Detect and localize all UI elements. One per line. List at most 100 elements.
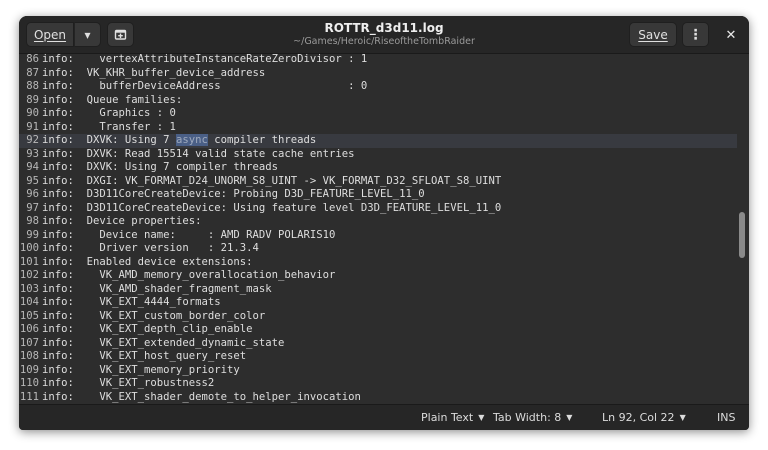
code-line[interactable]: 90 info: Graphics : 0 (19, 107, 737, 121)
line-text: info: VK_AMD_memory_overallocation_behav… (42, 269, 336, 281)
code-line[interactable]: 97 info: D3D11CoreCreateDevice: Using fea… (19, 202, 737, 216)
line-text: info: DXVK: Using 7 compiler threads (42, 161, 278, 173)
line-number: 95 (26, 174, 39, 187)
window-title: ROTTR_d3d11.log (324, 21, 444, 35)
line-number: 99 (26, 228, 39, 241)
code-line[interactable]: 87 info: VK_KHR_buffer_device_address (19, 67, 737, 81)
line-text: info: VK_EXT_host_query_reset (42, 350, 247, 362)
code-line[interactable]: 92 info: DXVK: Using 7 async compiler thr… (19, 134, 737, 148)
line-text: info: VK_EXT_4444_formats (42, 296, 221, 308)
line-text: info: Device name: : AMD RADV POLARIS10 (42, 228, 336, 241)
tab-width-selector[interactable]: Tab Width: 8 ▼ (493, 411, 572, 424)
code-line[interactable]: 103 info: VK_AMD_shader_fragment_mask (19, 283, 737, 297)
line-number: 105 (19, 309, 39, 322)
line-text: info: VK_AMD_shader_fragment_mask (42, 282, 272, 295)
text-editor-area[interactable]: 86 info: vertexAttributeInstanceRateZeroD… (19, 54, 749, 404)
vertical-scrollbar[interactable] (739, 212, 745, 258)
language-selector[interactable]: Plain Text ▼ (421, 411, 484, 424)
new-document-icon (114, 29, 127, 40)
cursor-position-selector[interactable]: Ln 92, Col 22 ▼ (602, 411, 686, 424)
line-number: 91 (26, 120, 39, 133)
file-path-subtitle: ~/Games/Heroic/RiseoftheTombRaider (293, 36, 475, 47)
code-line[interactable]: 95 info: DXGI: VK_FORMAT_D24_UNORM_S8_UIN… (19, 175, 737, 189)
line-text: info: D3D11CoreCreateDevice: Probing D3D… (42, 188, 425, 200)
line-text-before-selection: info: DXVK: Using 7 (42, 134, 176, 146)
close-icon: ✕ (725, 27, 737, 43)
chevron-down-icon: ▼ (679, 413, 686, 422)
main-menu-button[interactable]: ⋮ (682, 22, 709, 47)
code-line[interactable]: 109 info: VK_EXT_memory_priority (19, 364, 737, 378)
line-text: info: DXVK: Read 15514 valid state cache… (42, 147, 355, 160)
open-recent-dropdown-button[interactable]: ▾ (74, 22, 101, 47)
code-line[interactable]: 88 info: bufferDeviceAddress : 0 (19, 80, 737, 94)
save-button-label: Save (638, 27, 668, 42)
line-text: info: VK_EXT_robustness2 (42, 377, 215, 389)
line-text: info: Transfer : 1 (42, 120, 176, 133)
code-line[interactable]: 93 info: DXVK: Read 15514 valid state cac… (19, 148, 737, 162)
line-number: 100 (19, 242, 39, 254)
code-line[interactable]: 98 info: Device properties: (19, 215, 737, 229)
line-number: 96 (26, 188, 39, 200)
line-number: 88 (26, 80, 39, 92)
line-number: 86 (26, 54, 39, 65)
code-line[interactable]: 101 info: Enabled device extensions: (19, 256, 737, 270)
code-line[interactable]: 94 info: DXVK: Using 7 compiler threads (19, 161, 737, 175)
line-number: 108 (19, 350, 39, 362)
line-number: 92 (26, 134, 39, 146)
code-line[interactable]: 110 info: VK_EXT_robustness2 (19, 377, 737, 391)
code-line[interactable]: 91 info: Transfer : 1 (19, 121, 737, 135)
line-text: info: Graphics : 0 (42, 107, 176, 119)
editor-window: Open ▾ ROTTR_d3d11.log ~/Games/Heroic/Ri… (19, 16, 749, 430)
line-text: info: VK_KHR_buffer_device_address (42, 66, 266, 79)
language-label: Plain Text (421, 411, 474, 424)
line-text: info: bufferDeviceAddress : 0 (42, 80, 368, 92)
line-text: info: VK_EXT_depth_clip_enable (42, 323, 253, 335)
save-button[interactable]: Save (629, 22, 677, 47)
open-button[interactable]: Open (26, 22, 74, 47)
line-text: info: DXVK: Using 7 async compiler threa… (42, 134, 316, 148)
code-line[interactable]: 107 info: VK_EXT_extended_dynamic_state (19, 337, 737, 351)
line-number: 111 (19, 390, 39, 403)
line-text: info: VK_EXT_extended_dynamic_state (42, 336, 285, 349)
kebab-menu-icon: ⋮ (688, 26, 703, 43)
code-line[interactable]: 108 info: VK_EXT_host_query_reset (19, 350, 737, 364)
line-number: 97 (26, 201, 39, 214)
code-line[interactable]: 100 info: Driver version : 21.3.4 (19, 242, 737, 256)
code-line[interactable]: 99 info: Device name: : AMD RADV POLARIS1… (19, 229, 737, 243)
line-text: info: Enabled device extensions: (42, 255, 253, 268)
line-number: 103 (19, 282, 39, 295)
code-line[interactable]: 86 info: vertexAttributeInstanceRateZeroD… (19, 54, 737, 67)
code-line[interactable]: 102 info: VK_AMD_memory_overallocation_be… (19, 269, 737, 283)
line-text: info: Driver version : 21.3.4 (42, 242, 259, 254)
line-number: 89 (26, 93, 39, 106)
line-number: 104 (19, 296, 39, 308)
tab-width-label: Tab Width: 8 (493, 411, 562, 424)
line-number: 94 (26, 161, 39, 173)
line-text: info: DXGI: VK_FORMAT_D24_UNORM_S8_UINT … (42, 174, 502, 187)
code-line[interactable]: 96 info: D3D11CoreCreateDevice: Probing D… (19, 188, 737, 202)
line-text: info: Queue families: (42, 93, 183, 106)
line-number: 93 (26, 147, 39, 160)
code-line[interactable]: 111 info: VK_EXT_shader_demote_to_helper_… (19, 391, 737, 405)
insert-mode-label: INS (717, 411, 736, 424)
insert-mode-indicator[interactable]: INS (717, 411, 735, 424)
open-button-label: Open (33, 27, 67, 42)
code-line[interactable]: 89 info: Queue families: (19, 94, 737, 108)
line-number: 110 (19, 377, 39, 389)
line-number: 106 (19, 323, 39, 335)
line-text: info: VK_EXT_shader_demote_to_helper_inv… (42, 390, 361, 403)
status-bar: Plain Text ▼ Tab Width: 8 ▼ Ln 92, Col 22 ▼… (19, 404, 749, 430)
close-button[interactable]: ✕ (721, 27, 741, 43)
code-line[interactable]: 104 info: VK_EXT_4444_formats (19, 296, 737, 310)
header-bar: Open ▾ ROTTR_d3d11.log ~/Games/Heroic/Ri… (19, 16, 749, 54)
line-number: 107 (19, 336, 39, 349)
line-text: info: D3D11CoreCreateDevice: Using featu… (42, 201, 502, 214)
line-number: 101 (19, 255, 39, 268)
chevron-down-icon: ▾ (84, 27, 91, 42)
line-number: 109 (19, 363, 39, 376)
new-tab-button[interactable] (107, 22, 134, 47)
line-number: 90 (26, 107, 39, 119)
line-text: info: vertexAttributeInstanceRateZeroDiv… (42, 54, 368, 65)
code-line[interactable]: 105 info: VK_EXT_custom_border_color (19, 310, 737, 324)
code-line[interactable]: 106 info: VK_EXT_depth_clip_enable (19, 323, 737, 337)
